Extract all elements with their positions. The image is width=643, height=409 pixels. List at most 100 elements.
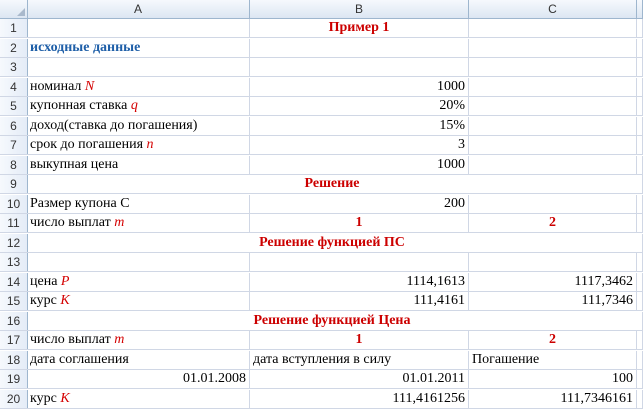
cell-c[interactable] xyxy=(469,253,637,271)
row-header[interactable]: 20 xyxy=(0,389,28,408)
cell-d[interactable] xyxy=(637,58,643,76)
cell-a[interactable]: цена P xyxy=(27,272,250,291)
cell-d[interactable] xyxy=(637,311,643,330)
section-title[interactable]: Решение xyxy=(27,175,637,193)
row-header[interactable]: 11 xyxy=(0,214,28,232)
cell-c[interactable]: 111,7346161 xyxy=(469,389,637,408)
cell-d[interactable] xyxy=(637,97,643,115)
cell-c[interactable] xyxy=(469,97,637,115)
cell-b[interactable]: 1114,1613 xyxy=(250,272,469,291)
cell-b[interactable]: дата вступления в силу xyxy=(250,350,469,369)
cell-b[interactable]: 1 xyxy=(250,214,469,232)
cell-d[interactable] xyxy=(637,38,643,57)
cell-d[interactable] xyxy=(637,331,643,349)
cell-b[interactable]: 15% xyxy=(250,116,469,135)
cell-b[interactable] xyxy=(250,253,469,271)
column-header-c[interactable]: C xyxy=(469,0,637,18)
row-header[interactable]: 15 xyxy=(0,292,28,310)
cell-c[interactable]: 1117,3462 xyxy=(469,272,637,291)
cell-a[interactable]: 01.01.2008 xyxy=(27,370,250,388)
select-all-corner[interactable] xyxy=(0,0,28,18)
row-header[interactable]: 13 xyxy=(0,253,28,271)
cell-b[interactable]: 01.01.2011 xyxy=(250,370,469,388)
cell-a[interactable]: курс K xyxy=(27,389,250,408)
column-header-a[interactable]: A xyxy=(27,0,250,18)
row-header[interactable]: 16 xyxy=(0,311,28,330)
cell-b[interactable]: 111,4161256 xyxy=(250,389,469,408)
section-title[interactable]: Решение функцией Цена xyxy=(27,312,637,330)
cell-d[interactable] xyxy=(637,19,643,37)
cell-a[interactable]: доход(ставка до погашения) xyxy=(27,116,250,135)
cell-b[interactable]: 111,4161 xyxy=(250,292,469,310)
cell-b[interactable]: 1000 xyxy=(250,77,469,96)
cell-c[interactable]: Погашение xyxy=(469,350,637,369)
row-header[interactable]: 5 xyxy=(0,97,28,115)
cell-d[interactable] xyxy=(637,253,643,271)
cell-d[interactable] xyxy=(637,292,643,310)
cell-a[interactable]: номинал N xyxy=(27,77,250,96)
cell-a[interactable]: исходные данные xyxy=(27,38,250,57)
table-row: 3 xyxy=(0,58,643,77)
row-header[interactable]: 6 xyxy=(0,116,28,135)
cell-a[interactable]: срок до погашения n xyxy=(27,136,250,154)
cell-b[interactable]: 3 xyxy=(250,136,469,154)
cell-b[interactable]: Пример 1 xyxy=(250,19,469,37)
cell-c[interactable] xyxy=(469,77,637,96)
cell-b[interactable] xyxy=(250,58,469,76)
row-header[interactable]: 9 xyxy=(0,175,28,193)
cell-b[interactable]: 1 xyxy=(250,331,469,349)
cell-c[interactable] xyxy=(469,38,637,57)
cell-d[interactable] xyxy=(637,194,643,213)
row-header[interactable]: 12 xyxy=(0,233,28,252)
row-header[interactable]: 17 xyxy=(0,331,28,349)
cell-c[interactable] xyxy=(469,116,637,135)
row-header[interactable]: 7 xyxy=(0,136,28,154)
row-header[interactable]: 10 xyxy=(0,194,28,213)
row-header[interactable]: 18 xyxy=(0,350,28,369)
row-header[interactable]: 2 xyxy=(0,38,28,57)
cell-a[interactable]: Размер купона С xyxy=(27,194,250,213)
cell-d[interactable] xyxy=(637,233,643,252)
row-header[interactable]: 3 xyxy=(0,58,28,76)
row-header[interactable]: 19 xyxy=(0,370,28,388)
cell-c[interactable]: 2 xyxy=(469,331,637,349)
cell-c[interactable] xyxy=(469,58,637,76)
cell-d[interactable] xyxy=(637,116,643,135)
cell-d[interactable] xyxy=(637,389,643,408)
row-header[interactable]: 4 xyxy=(0,77,28,96)
cell-c[interactable] xyxy=(469,194,637,213)
cell-a[interactable]: выкупная цена xyxy=(27,155,250,174)
cell-b[interactable]: 200 xyxy=(250,194,469,213)
cell-c[interactable] xyxy=(469,155,637,174)
cell-c[interactable]: 111,7346 xyxy=(469,292,637,310)
row-header[interactable]: 8 xyxy=(0,155,28,174)
cell-a[interactable]: число выплат m xyxy=(27,331,250,349)
cell-a[interactable]: курс K xyxy=(27,292,250,310)
cell-d[interactable] xyxy=(637,155,643,174)
section-title[interactable]: Решение функцией ПС xyxy=(27,234,637,252)
cell-d[interactable] xyxy=(637,136,643,154)
cell-c[interactable]: 2 xyxy=(469,214,637,232)
cell-d[interactable] xyxy=(637,370,643,388)
cell-c[interactable] xyxy=(469,19,637,37)
cell-a[interactable] xyxy=(27,58,250,76)
cell-a[interactable]: дата соглашения xyxy=(27,350,250,369)
cell-d[interactable] xyxy=(637,272,643,291)
cell-b[interactable]: 20% xyxy=(250,97,469,115)
cell-c[interactable]: 100 xyxy=(469,370,637,388)
cell-c[interactable] xyxy=(469,136,637,154)
row-header[interactable]: 1 xyxy=(0,19,28,37)
cell-a[interactable]: купонная ставка q xyxy=(27,97,250,115)
cell-a[interactable] xyxy=(27,253,250,271)
column-header-d[interactable] xyxy=(637,0,643,18)
cell-d[interactable] xyxy=(637,350,643,369)
cell-a[interactable]: число выплат m xyxy=(27,214,250,232)
cell-d[interactable] xyxy=(637,175,643,193)
row-header[interactable]: 14 xyxy=(0,272,28,291)
cell-b[interactable]: 1000 xyxy=(250,155,469,174)
cell-d[interactable] xyxy=(637,77,643,96)
cell-d[interactable] xyxy=(637,214,643,232)
column-header-b[interactable]: B xyxy=(250,0,469,18)
cell-a[interactable] xyxy=(27,19,250,37)
cell-b[interactable] xyxy=(250,38,469,57)
